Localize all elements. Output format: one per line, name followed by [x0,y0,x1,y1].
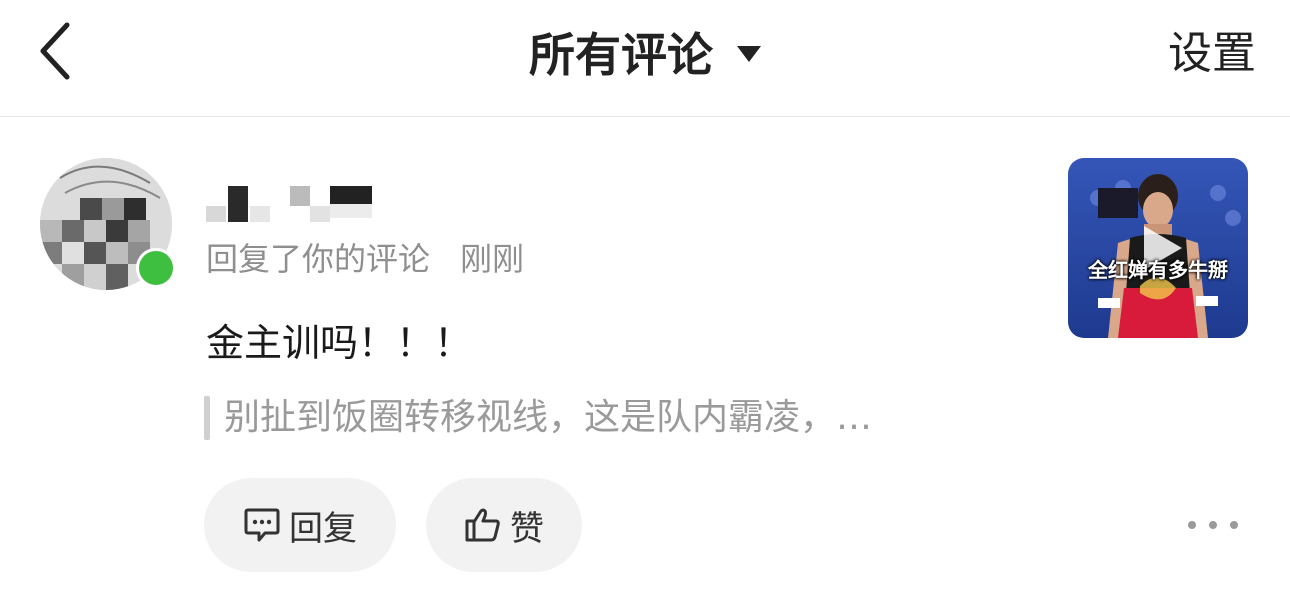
comment-bubble-icon [244,508,280,542]
thumbs-up-icon [465,508,500,542]
settings-button[interactable]: 设置 [1168,24,1256,84]
quoted-text: 别扯到饭圈转移视线，这是队内霸凌，… [224,397,873,438]
more-options-button[interactable] [1188,510,1238,540]
quoted-comment[interactable]: 别扯到饭圈转移视线，这是队内霸凌，… [204,394,872,442]
online-status-badge [136,248,176,288]
more-dots-icon [1209,521,1217,529]
video-thumbnail[interactable]: 全红婵有多牛掰 [1068,158,1248,338]
action-text: 回复了你的评论 [206,240,431,278]
more-dots-icon [1188,521,1196,529]
redacted-name-blocks [206,186,372,222]
quote-bar [204,396,210,440]
comment-body: 金主训吗！！！ [206,321,473,365]
comment-filter-dropdown[interactable]: 所有评论 [0,22,1290,82]
like-label: 赞 [510,508,544,549]
reply-button[interactable]: 回复 [204,478,396,572]
caret-down-icon [737,46,761,62]
reply-label: 回复 [289,508,357,549]
more-dots-icon [1230,521,1238,529]
timestamp: 刚刚 [460,240,525,278]
page-title: 所有评论 [529,28,713,82]
thumbnail-caption: 全红婵有多牛掰 [1088,258,1228,282]
like-button[interactable]: 赞 [426,478,582,572]
username-redacted[interactable] [206,184,386,224]
top-nav-bar: 所有评论 设置 [0,0,1290,117]
comment-meta: 回复了你的评论 刚刚 [206,236,524,282]
